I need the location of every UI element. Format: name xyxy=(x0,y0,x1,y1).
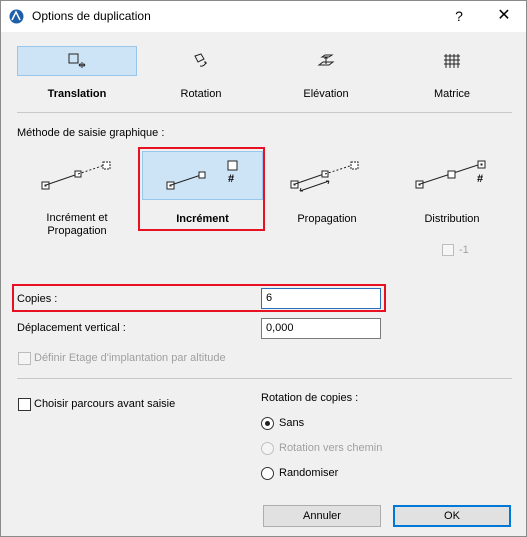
rotation-icon xyxy=(194,53,207,67)
highlight-increment xyxy=(138,147,265,231)
duplication-dialog: Options de duplication ? ✕ Translation R… xyxy=(0,0,527,537)
mode-elevation-button[interactable] xyxy=(266,46,386,76)
translation-icon xyxy=(68,53,86,68)
window-title: Options de duplication xyxy=(32,9,151,23)
vertical-offset-label: Déplacement vertical : xyxy=(17,322,126,334)
divider xyxy=(17,112,512,113)
rotation-none-label: Sans xyxy=(279,417,305,429)
rotation-random-label: Randomiser xyxy=(279,467,339,479)
rotation-path-label: Rotation vers chemin xyxy=(279,442,383,454)
close-button[interactable]: ✕ xyxy=(489,5,519,27)
vertical-offset-input[interactable]: 0,000 xyxy=(261,318,381,339)
title-bar: Options de duplication ? ✕ xyxy=(1,1,526,32)
archicad-icon xyxy=(9,9,24,24)
floor-by-altitude-label: Définir Etage d'implantation par altitud… xyxy=(34,352,226,364)
matrix-icon xyxy=(444,54,460,68)
ok-button[interactable]: OK xyxy=(393,505,511,527)
method-label: Distribution xyxy=(424,213,480,225)
rotation-random-radio[interactable] xyxy=(261,467,274,480)
choose-path-checkbox[interactable] xyxy=(18,398,31,411)
distribution-minus-one-label: -1 xyxy=(459,244,469,256)
method-label-line1: Incrément et xyxy=(46,212,108,224)
copies-input[interactable]: 6 xyxy=(261,288,381,309)
distribution-icon xyxy=(415,160,486,189)
mode-rotation-label: Rotation xyxy=(180,88,222,100)
hash-symbol: # xyxy=(477,173,484,185)
mode-translation-button[interactable] xyxy=(17,46,137,76)
method-label-line2: Propagation xyxy=(47,225,107,237)
rotation-none-radio[interactable] xyxy=(261,417,274,430)
cancel-button[interactable]: Annuler xyxy=(263,505,381,527)
method-section-label: Méthode de saisie graphique : xyxy=(17,127,165,139)
elevation-icon xyxy=(317,54,335,66)
method-label: Propagation xyxy=(297,213,357,225)
mode-matrix-label: Matrice xyxy=(433,88,471,100)
help-button[interactable]: ? xyxy=(444,5,474,27)
increment-propagation-icon xyxy=(41,161,111,190)
rotation-path-radio[interactable] xyxy=(261,442,274,455)
mode-translation-label: Translation xyxy=(47,88,107,100)
choose-path-label: Choisir parcours avant saisie xyxy=(34,398,176,410)
mode-matrix-button[interactable] xyxy=(392,46,512,76)
mode-elevation-label: Elévation xyxy=(303,88,349,100)
mode-rotation-button[interactable] xyxy=(141,46,261,76)
floor-by-altitude-checkbox[interactable] xyxy=(18,352,31,365)
propagation-icon xyxy=(290,161,359,192)
copies-label: Copies : xyxy=(17,293,58,305)
divider xyxy=(17,378,512,379)
rotation-copies-title: Rotation de copies : xyxy=(261,392,359,404)
radio-dot xyxy=(265,421,270,426)
distribution-minus-one-checkbox[interactable] xyxy=(442,244,454,256)
